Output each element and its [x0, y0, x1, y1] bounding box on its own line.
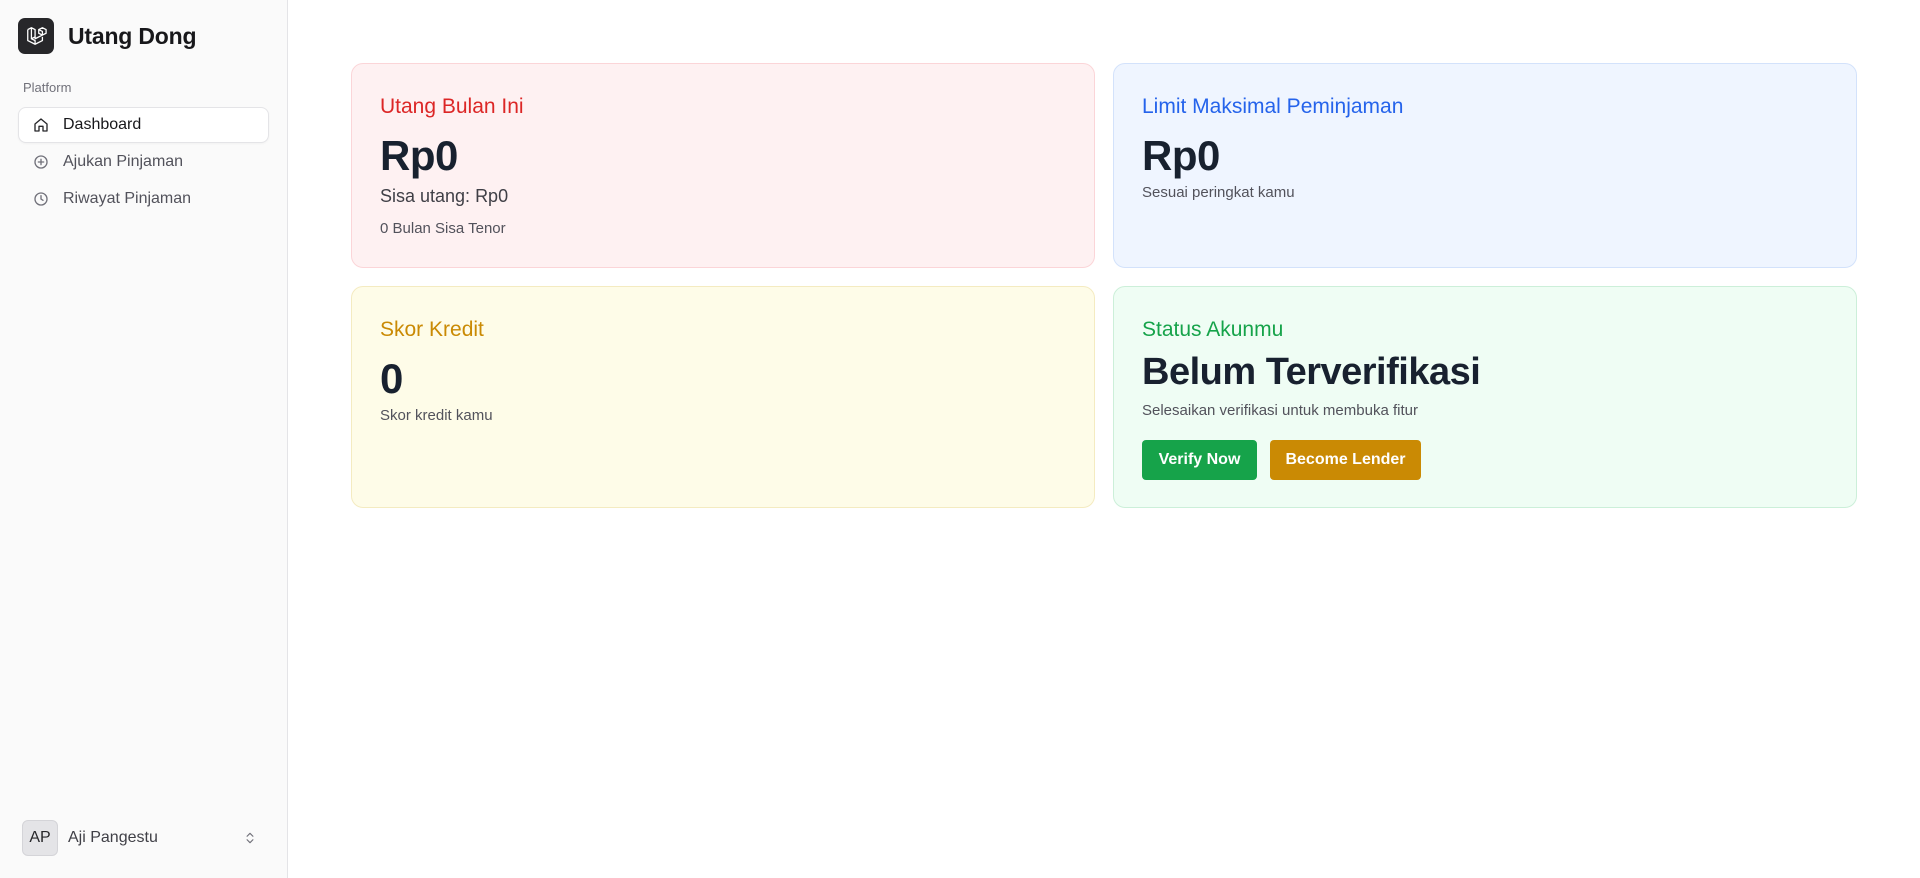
sidebar-item-label: Riwayat Pinjaman [63, 190, 192, 207]
card-note: Skor kredit kamu [380, 407, 493, 424]
tenor-remaining: 0 Bulan Sisa Tenor [380, 220, 506, 237]
laravel-logo-icon [18, 18, 54, 54]
sidebar: Utang Dong Platform Dashboard Ajukan Pin… [0, 0, 288, 878]
card-value: Belum Terverifikasi [1142, 351, 1481, 393]
card-value: Rp0 [380, 132, 458, 179]
user-menu[interactable]: AP Aji Pangestu [22, 820, 262, 856]
card-account-status: Status Akunmu Belum Terverifikasi Selesa… [1113, 286, 1857, 508]
sidebar-item-riwayat-pinjaman[interactable]: Riwayat Pinjaman [18, 181, 269, 217]
remaining-debt: Sisa utang: Rp0 [380, 186, 509, 206]
verify-now-button[interactable]: Verify Now [1142, 440, 1257, 480]
clock-icon [33, 191, 49, 207]
sidebar-item-label: Ajukan Pinjaman [63, 153, 184, 170]
card-value: 0 [380, 355, 403, 402]
card-credit-score: Skor Kredit 0 Skor kredit kamu [351, 286, 1095, 508]
user-name: Aji Pangestu [68, 829, 158, 846]
card-note: Sesuai peringkat kamu [1142, 184, 1295, 201]
sidebar-item-ajukan-pinjaman[interactable]: Ajukan Pinjaman [18, 144, 269, 180]
card-debt: Utang Bulan Ini Rp0 Sisa utang: Rp0 0 Bu… [351, 63, 1095, 268]
become-lender-button[interactable]: Become Lender [1270, 440, 1421, 480]
card-title: Limit Maksimal Peminjaman [1142, 95, 1404, 118]
brand[interactable]: Utang Dong [18, 18, 197, 54]
sidebar-item-label: Dashboard [63, 116, 142, 133]
card-title: Status Akunmu [1142, 318, 1284, 341]
avatar: AP [22, 820, 58, 856]
plus-circle-icon [33, 154, 49, 170]
chevrons-up-down-icon [242, 830, 258, 846]
nav-group-label: Platform [23, 80, 72, 95]
home-icon [33, 117, 49, 133]
sidebar-nav: Dashboard Ajukan Pinjaman Riwayat Pinjam… [18, 107, 269, 218]
card-title: Utang Bulan Ini [380, 95, 524, 118]
card-title: Skor Kredit [380, 318, 484, 341]
card-limit: Limit Maksimal Peminjaman Rp0 Sesuai per… [1113, 63, 1857, 268]
app-name: Utang Dong [68, 22, 197, 49]
sidebar-item-dashboard[interactable]: Dashboard [18, 107, 269, 143]
card-note: Selesaikan verifikasi untuk membuka fitu… [1142, 402, 1418, 419]
card-value: Rp0 [1142, 132, 1220, 179]
